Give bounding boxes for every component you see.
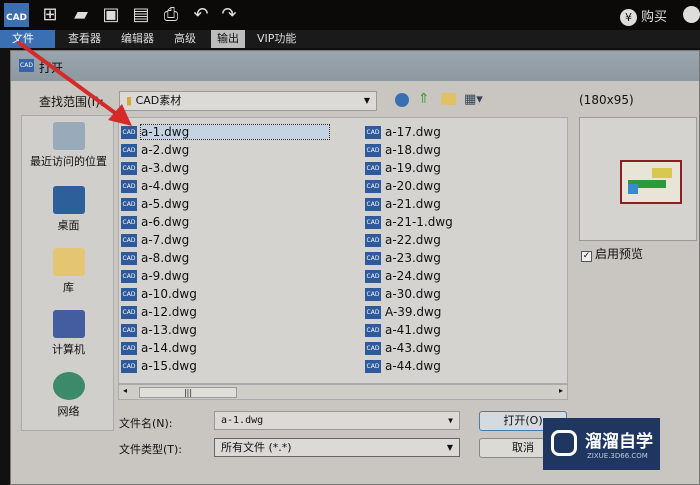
annotation-arrow [16,40,132,126]
play-logo-icon [551,430,577,456]
watermark: 溜溜自学 ZIXUE.3D66.COM [543,418,660,470]
